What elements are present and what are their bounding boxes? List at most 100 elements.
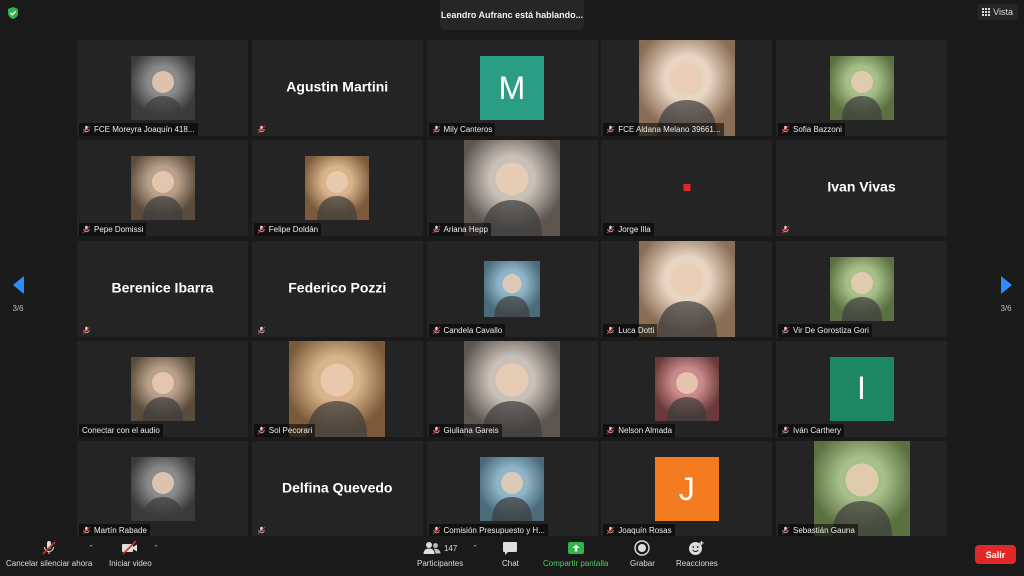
participant-tile[interactable]: Delfina Quevedo	[251, 441, 423, 537]
view-button-label: Vista	[993, 7, 1013, 17]
muted-microphone-icon	[781, 225, 790, 234]
participant-tile[interactable]: Conectar con el audio	[77, 340, 248, 437]
smiley-plus-icon	[688, 540, 705, 556]
participant-tile[interactable]: Agustin Martini	[251, 40, 423, 136]
participant-video	[130, 56, 195, 120]
participant-nametag: FCE Aldana Melano 39661...	[603, 123, 724, 136]
muted-microphone-icon	[606, 225, 615, 234]
security-shield-icon[interactable]	[6, 6, 20, 20]
participants-label: Participantes	[417, 559, 464, 568]
participant-display-name: Agustin Martini	[286, 78, 389, 95]
muted-microphone-icon	[82, 526, 91, 535]
participant-tile[interactable]: Federico Pozzi	[251, 240, 423, 337]
participant-name: Nelson Almada	[618, 425, 673, 435]
muted-microphone-icon	[257, 326, 266, 334]
muted-microphone-icon	[82, 125, 91, 134]
record-icon	[634, 540, 651, 556]
participant-tile[interactable]: FCE Moreyra Joaquín 418...	[77, 40, 248, 136]
participant-tile[interactable]: Sofia Bazzoni	[776, 40, 947, 136]
muted-microphone-icon	[257, 125, 266, 134]
participant-video	[464, 140, 560, 237]
start-video-label: Iniciar video	[109, 559, 152, 568]
participant-display-name: Berenice Ibarra	[111, 278, 214, 295]
participant-name: Candela Cavallo	[443, 325, 503, 335]
participant-tile[interactable]: Felipe Doldán	[251, 140, 423, 237]
participant-tile[interactable]: Candela Cavallo	[426, 240, 598, 337]
muted-microphone-icon	[432, 526, 440, 535]
participant-tile[interactable]: J Joaquín Rosas	[601, 441, 773, 537]
muted-microphone-icon	[781, 426, 790, 435]
participant-display-name: Delfina Quevedo	[282, 479, 393, 496]
participant-tile[interactable]: Luca Dotti	[601, 240, 773, 337]
active-speaker-banner: Leandro Aufranc está hablando...	[440, 0, 584, 30]
participant-tile[interactable]: Pepe Domissi	[77, 140, 248, 237]
participant-video	[289, 340, 386, 437]
participant-tile[interactable]: Sebastián Gauna	[776, 441, 947, 537]
participant-tile[interactable]: Martín Rabade	[77, 441, 248, 537]
participant-name: Sofia Bazzoni	[793, 125, 842, 134]
unmute-button[interactable]: Cancelar silenciar ahora	[6, 540, 92, 568]
participant-nametag: Vir De Gorostiza Gori	[778, 323, 872, 337]
share-screen-label: Compartir pantalla	[543, 559, 609, 568]
muted-microphone-icon	[257, 526, 266, 535]
participant-tile[interactable]: Ariana Hepp	[426, 140, 598, 237]
arrow-left-icon[interactable]	[12, 276, 24, 294]
video-options-chevron-icon[interactable]: ⌃	[153, 544, 159, 552]
participant-tile[interactable]: M Mily Canteros	[426, 40, 598, 136]
participant-tile[interactable]: Vir De Gorostiza Gori	[776, 240, 947, 337]
participant-nametag: Luca Dotti	[603, 323, 658, 337]
participant-tile[interactable]: I Iván Carthery	[776, 340, 947, 437]
participant-tile[interactable]: Giuliana Gareis	[426, 340, 598, 437]
muted-microphone-icon	[781, 125, 790, 134]
video-off-icon	[121, 540, 139, 556]
participants-icon	[423, 542, 441, 554]
participant-video	[813, 441, 910, 537]
participant-display-name: Ivan Vivas	[827, 178, 896, 195]
participant-nametag	[79, 324, 97, 337]
participant-name: Jorge Illa	[618, 225, 651, 235]
share-screen-button[interactable]: Compartir pantalla	[543, 540, 608, 568]
arrow-right-icon[interactable]	[1000, 276, 1012, 294]
chat-button[interactable]: Chat	[502, 540, 519, 568]
muted-microphone-icon	[82, 225, 91, 234]
participant-gallery: FCE Moreyra Joaquín 418... Agustin Martin…	[77, 40, 947, 537]
participant-video	[654, 356, 719, 421]
participant-nametag: Ariana Hepp	[428, 223, 491, 237]
zoom-meeting-window: Leandro Aufranc está hablando... Vista 3…	[0, 0, 1024, 576]
reactions-button[interactable]: Reacciones	[676, 540, 718, 568]
participants-button[interactable]: 147 Participantes	[417, 540, 463, 568]
participants-options-chevron-icon[interactable]: ⌃	[472, 544, 478, 552]
audio-options-chevron-icon[interactable]: ⌃	[88, 544, 94, 552]
start-video-button[interactable]: Iniciar video	[109, 540, 152, 568]
participant-tile[interactable]: Comisión Presupuesto y H...	[426, 441, 598, 537]
muted-microphone-icon	[781, 326, 790, 334]
record-label: Grabar	[630, 559, 655, 568]
participant-tile[interactable]: Jorge Illa	[601, 140, 773, 237]
participant-video	[130, 156, 195, 221]
leave-meeting-button[interactable]: Salir	[975, 545, 1016, 564]
participant-video	[480, 457, 544, 521]
participant-tile[interactable]: Ivan Vivas	[776, 140, 947, 237]
participant-video	[464, 340, 560, 437]
muted-microphone-icon	[432, 326, 440, 334]
page-indicator-right: 3/6	[1000, 304, 1012, 313]
participant-tile[interactable]: Berenice Ibarra	[77, 240, 248, 337]
participant-tile[interactable]: Nelson Almada	[601, 340, 773, 437]
previous-page-nav[interactable]: 3/6	[4, 276, 32, 313]
view-button[interactable]: Vista	[977, 4, 1018, 20]
muted-microphone-icon	[257, 225, 266, 234]
participant-nametag: FCE Moreyra Joaquín 418...	[79, 123, 198, 136]
participant-video	[484, 260, 540, 317]
participant-tile[interactable]: FCE Aldana Melano 39661...	[601, 40, 773, 136]
next-page-nav[interactable]: 3/6	[992, 276, 1020, 313]
muted-microphone-icon	[432, 225, 440, 234]
participant-name: Luca Dotti	[618, 325, 655, 335]
participant-name: Joaquín Rosas	[618, 526, 672, 535]
record-button[interactable]: Grabar	[630, 540, 655, 568]
participant-tile[interactable]: Sol Pecorari	[251, 340, 423, 437]
muted-microphone-icon	[257, 426, 266, 435]
participant-nametag	[778, 223, 796, 236]
share-screen-icon	[567, 540, 585, 556]
muted-microphone-icon	[432, 125, 440, 134]
participant-nametag	[254, 324, 272, 337]
